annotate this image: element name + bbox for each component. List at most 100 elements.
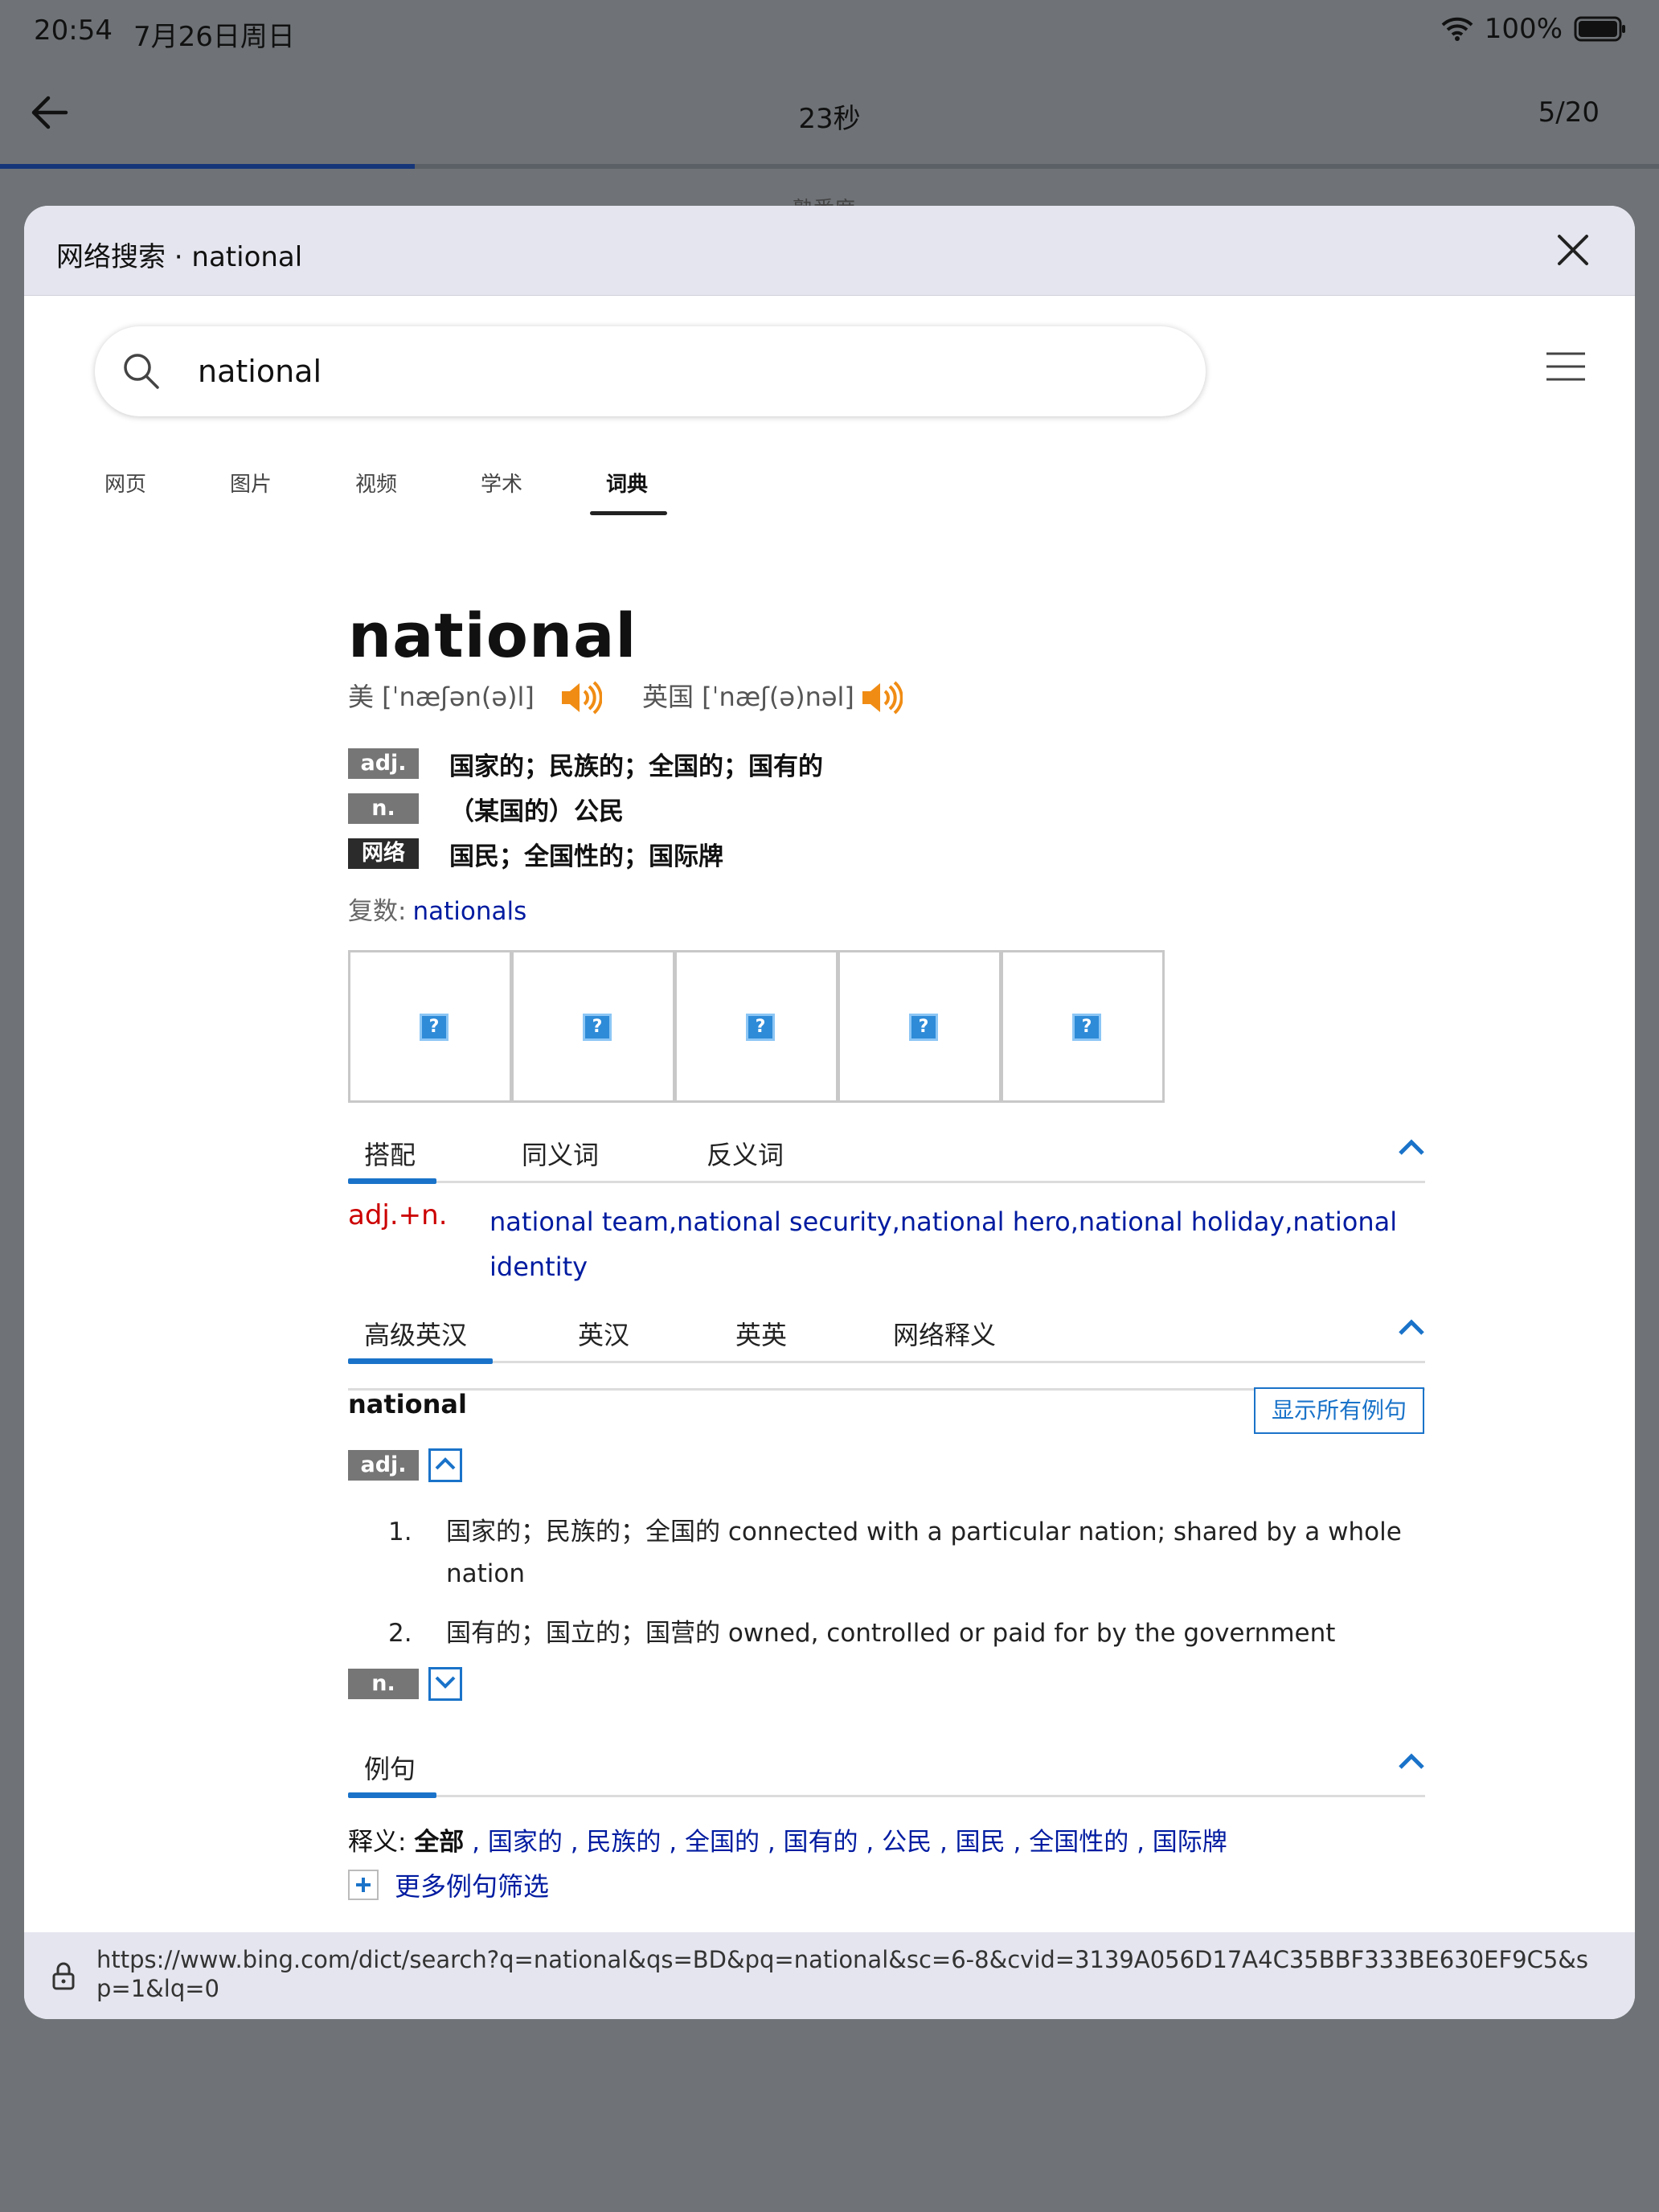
collocation-links: national team,national security,national… (490, 1199, 1414, 1289)
chevron-up-icon[interactable] (1398, 1752, 1425, 1773)
battery-icon (1574, 16, 1627, 42)
collocation-tabs: 搭配 同义词 反义词 (348, 1124, 1425, 1184)
lock-icon (51, 1961, 76, 1993)
pos-tag: 网络 (348, 838, 419, 869)
image-thumbnail[interactable]: ? (838, 950, 1002, 1103)
tab-ec[interactable]: 英汉 (578, 1315, 629, 1352)
plural-link[interactable]: nationals (412, 897, 526, 926)
speaker-us-icon[interactable] (559, 680, 603, 719)
active-tab-underline (590, 511, 667, 515)
pos-tag: adj. (348, 748, 419, 779)
pos-tag: n. (348, 793, 419, 824)
definition-text: 国民；全国性的；国际牌 (449, 842, 723, 871)
tab-academic[interactable]: 学术 (481, 468, 522, 498)
sense-text: 国有的；国立的；国营的 owned, controlled or paid fo… (446, 1619, 1336, 1648)
quiz-progress-fill (0, 164, 415, 169)
chevron-up-icon[interactable] (1398, 1318, 1425, 1339)
example-filter: 释义: 全部 , 国家的 , 民族的 , 全国的 , 国有的 , 公民 , 国民… (348, 1821, 1227, 1858)
sense-item: 1. 国家的；民族的；全国的 connected with a particul… (388, 1511, 1433, 1595)
modal-title: 网络搜索 · national (56, 241, 303, 273)
search-icon[interactable] (122, 352, 161, 394)
quiz-progress-bar (0, 164, 1659, 169)
tab-collocation[interactable]: 搭配 (364, 1135, 416, 1172)
tab-advanced-ec[interactable]: 高级英汉 (364, 1315, 467, 1352)
status-time: 20:54 (34, 14, 113, 47)
tab-examples[interactable]: 例句 (364, 1749, 416, 1786)
filter-label: 释义: (348, 1828, 415, 1857)
more-filter-label: 更多例句筛选 (395, 1871, 550, 1902)
active-section-underline (348, 1792, 436, 1798)
hamburger-menu-icon[interactable] (1545, 350, 1587, 386)
show-all-examples-button[interactable]: 显示所有例句 (1254, 1387, 1424, 1434)
collocation-pos: adj.+n. (348, 1199, 448, 1231)
sense-number: 2. (388, 1619, 412, 1648)
definition-text: （某国的）公民 (449, 797, 624, 826)
speaker-uk-icon[interactable] (859, 680, 903, 719)
dictionary-tabs: 高级英汉 英汉 英英 网络释义 (348, 1304, 1425, 1364)
tab-dictionary[interactable]: 词典 (606, 468, 648, 498)
headword: national (348, 600, 637, 671)
url-bar: https://www.bing.com/dict/search?q=natio… (24, 1932, 1635, 2019)
pos-row-adj: adj. (348, 1448, 462, 1482)
app-bar: 23秒 5/20 (0, 61, 1659, 166)
collapse-toggle[interactable] (428, 1448, 462, 1482)
pos-row-n: n. (348, 1667, 462, 1701)
pron-uk: 英国 [ˈnæʃ(ə)nəl] (642, 682, 854, 712)
active-section-underline (348, 1358, 493, 1364)
tab-synonyms[interactable]: 同义词 (522, 1135, 599, 1172)
collocation-line[interactable]: national team,national security,national… (490, 1199, 1414, 1244)
image-thumbnail[interactable]: ? (1001, 950, 1165, 1103)
web-search-modal: 网络搜索 · national 网页 图片 视频 学术 词典 national … (24, 206, 1635, 2019)
broken-image-icon: ? (1072, 1014, 1101, 1041)
sense-number: 1. (388, 1518, 412, 1546)
chevron-up-icon[interactable] (1398, 1138, 1425, 1159)
filter-all[interactable]: 全部 (414, 1828, 464, 1857)
tab-web[interactable]: 网页 (104, 468, 146, 498)
image-strip: ? ? ? ? ? (348, 950, 1165, 1103)
search-box (95, 326, 1206, 416)
active-section-underline (348, 1178, 436, 1184)
expand-toggle[interactable] (428, 1667, 462, 1701)
broken-image-icon: ? (909, 1014, 938, 1041)
dictionary-entry-word: national (348, 1389, 467, 1419)
examples-tabs: 例句 (348, 1738, 1425, 1798)
quiz-timer: 23秒 (798, 103, 861, 135)
page-url: https://www.bing.com/dict/search?q=natio… (96, 1946, 1589, 2002)
broken-image-icon: ? (420, 1014, 449, 1041)
plural-form: 复数: nationals (348, 891, 526, 927)
broken-image-icon: ? (583, 1014, 612, 1041)
close-icon[interactable] (1556, 233, 1590, 270)
tab-antonyms[interactable]: 反义词 (707, 1135, 784, 1172)
sense-item: 2. 国有的；国立的；国营的 owned, controlled or paid… (388, 1612, 1433, 1654)
plus-icon (348, 1870, 379, 1900)
chevron-up-icon (434, 1456, 457, 1474)
definition-row: 网络 国民；全国性的；国际牌 (348, 838, 723, 871)
image-thumbnail[interactable]: ? (674, 950, 838, 1103)
more-example-filter[interactable]: 更多例句筛选 (348, 1866, 549, 1903)
pos-tag: n. (348, 1669, 419, 1699)
definition-row: n. （某国的）公民 (348, 793, 624, 826)
definition-row: adj. 国家的；民族的；全国的；国有的 (348, 748, 823, 781)
image-thumbnail[interactable]: ? (348, 950, 512, 1103)
status-date: 7月26日周日 (133, 21, 295, 53)
tab-images[interactable]: 图片 (230, 468, 272, 498)
collocation-line[interactable]: identity (490, 1244, 1414, 1289)
question-counter: 5/20 (1538, 96, 1600, 129)
plural-label: 复数: (348, 897, 407, 926)
image-thumbnail[interactable]: ? (511, 950, 675, 1103)
tab-videos[interactable]: 视频 (355, 468, 397, 498)
sense-text: 国家的；民族的；全国的 connected with a particular … (446, 1518, 1402, 1588)
wifi-icon (1441, 17, 1473, 41)
pron-us: 美 [ˈnæʃən(ə)l] (348, 682, 535, 712)
modal-header: 网络搜索 · national (24, 206, 1635, 296)
tab-ee[interactable]: 英英 (735, 1315, 787, 1352)
filter-links[interactable]: , 国家的 , 民族的 , 全国的 , 国有的 , 公民 , 国民 , 全国性的… (464, 1828, 1227, 1857)
broken-image-icon: ? (746, 1014, 775, 1041)
battery-percent: 100% (1484, 13, 1563, 45)
status-bar: 20:54 7月26日周日 100% (0, 0, 1659, 61)
definition-text: 国家的；民族的；全国的；国有的 (449, 752, 823, 781)
pos-tag: adj. (348, 1450, 419, 1481)
search-input[interactable] (198, 349, 1162, 394)
status-right: 100% (1441, 13, 1627, 45)
tab-web-definitions[interactable]: 网络释义 (893, 1315, 996, 1352)
